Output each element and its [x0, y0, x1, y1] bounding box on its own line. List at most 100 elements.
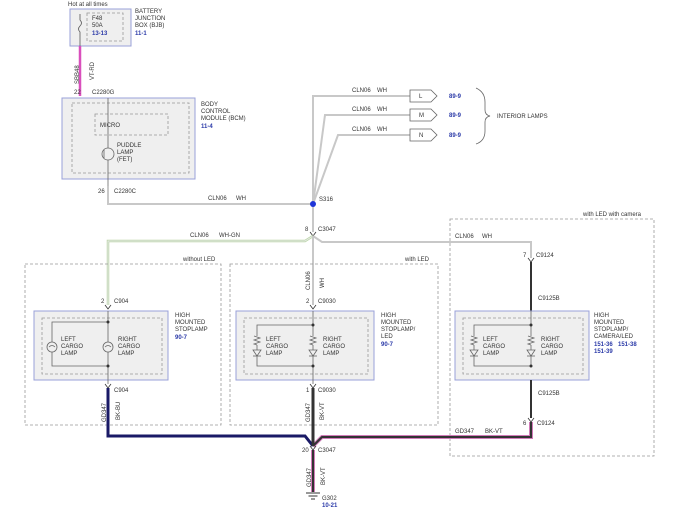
right-wire-circuit: CLN06: [455, 234, 474, 240]
bcm-wire-circuit: CLN06: [208, 196, 227, 202]
right-lamp-r-3: LAMP: [541, 351, 557, 357]
bcm-ref[interactable]: 11-4: [201, 124, 213, 130]
left-bottom-connector: C904: [114, 388, 129, 394]
connector-m-ref[interactable]: 89-9: [449, 113, 462, 119]
right-wire-color: WH: [482, 234, 492, 240]
hot-at-all-times-note: Hot at all times: [68, 2, 108, 8]
bjb-label-3: BOX (BJB): [135, 23, 164, 29]
right-lamp-r-1: RIGHT: [541, 337, 560, 343]
mid-wire-color: WH: [320, 278, 326, 288]
right-bottom-connector: C9124: [537, 421, 555, 427]
left-junction-bottom: [106, 364, 110, 368]
mid-junction-bottom: [311, 364, 315, 368]
left-lamp-r-3: LAMP: [118, 351, 134, 357]
c3047-bottom-arrow: [309, 445, 317, 451]
left-wire-color: WH-GN: [219, 233, 240, 239]
bcm-bottom-connector: C2280C: [114, 189, 137, 195]
interior-m-color: WH: [377, 107, 387, 113]
mid-gnd-circuit: GD347: [306, 402, 312, 422]
interior-n-circuit: CLN06: [352, 127, 371, 133]
mid-top-pin: 2: [306, 299, 310, 305]
left-top-pin: 2: [101, 299, 105, 305]
g302-ref[interactable]: 10-21: [322, 503, 338, 509]
bcm-box: [61, 97, 196, 180]
variant-left-label: without LED: [182, 257, 216, 263]
right-title-ref-3[interactable]: 151-39: [594, 349, 613, 355]
connector-n-shape: [409, 128, 438, 142]
mid-bottom-connector: C9030: [318, 388, 336, 394]
mid-lamp-r-3: LAMP: [323, 351, 339, 357]
mid-lamp-l-3: LAMP: [266, 351, 282, 357]
interior-l-circuit: CLN06: [352, 88, 371, 94]
left-wire-circuit: CLN06: [190, 233, 209, 239]
bcm-label-2: CONTROL: [201, 109, 231, 115]
c3047-bottom-connector: C3047: [318, 448, 336, 454]
connector-n: N: [419, 133, 423, 139]
left-title-2: MOUNTED: [175, 320, 206, 326]
variant-mid-label: with LED: [404, 257, 430, 263]
mid-gnd-color: BK-VT: [320, 402, 326, 420]
mid-title-1: HIGH: [381, 313, 396, 319]
left-module-box: [33, 310, 169, 381]
micro-label: MICRO: [100, 123, 120, 129]
connector-m: M: [419, 113, 424, 119]
mid-bottom-arrow: [309, 383, 317, 389]
c3047-bottom-pin: 20: [302, 448, 309, 454]
mid-lamp-r-2: CARGO: [323, 344, 345, 350]
mid-top-arrow: [309, 304, 317, 310]
bjb-label-1: BATTERY: [135, 9, 162, 15]
wiring-diagram: Hot at all times F48 50A 13-13 BATTERY J…: [24, 2, 655, 509]
left-title-1: HIGH: [175, 313, 190, 319]
bcm-label-1: BODY: [201, 102, 218, 108]
bcm-bottom-pin: 26: [98, 189, 105, 195]
mid-title-3: STOPLAMP/: [381, 327, 416, 333]
fuse-name: F48: [92, 16, 103, 22]
bcm-top-pin: 22: [74, 90, 81, 96]
mid-wire-circuit: CLN06: [306, 271, 312, 290]
c3047-top-connector: C3047: [318, 227, 336, 233]
mid-lamp-l-2: CARGO: [266, 344, 288, 350]
left-title-3: STOPLAMP: [175, 327, 208, 333]
mid-lamp-l-1: LEFT: [266, 337, 281, 343]
right-lamp-l-1: LEFT: [483, 337, 498, 343]
left-lamp-r-2: CARGO: [118, 344, 140, 350]
left-bottom-arrow: [104, 383, 112, 389]
fuse-ref[interactable]: 13-13: [92, 31, 108, 37]
right-junction-bottom: [529, 364, 533, 368]
mid-title-ref[interactable]: 90-7: [381, 342, 394, 348]
right-title-ref-2[interactable]: 151-38: [618, 342, 637, 348]
connector-n-ref[interactable]: 89-9: [449, 133, 462, 139]
left-gnd-color: BK-BU: [116, 402, 122, 420]
right-gnd-circuit: GD347: [455, 429, 475, 435]
mid-title-4: LED: [381, 334, 393, 340]
right-mid-top-connector: C9125B: [538, 296, 560, 302]
left-junction-top: [106, 320, 110, 324]
bcm-wire-color: WH: [236, 196, 246, 202]
c3047-top-arrow: [309, 231, 317, 237]
right-top-connector: C9124: [536, 253, 554, 259]
right-mid-bottom-connector: C9125B: [538, 391, 560, 397]
bjb-label-2: JUNCTION: [135, 16, 165, 22]
right-title-4: CAMERA/LED: [594, 334, 634, 340]
interior-m-circuit: CLN06: [352, 107, 371, 113]
interior-n-color: WH: [377, 127, 387, 133]
bjb-ref[interactable]: 11-1: [135, 31, 147, 37]
connector-l-ref[interactable]: 89-9: [449, 94, 462, 100]
right-lamp-l-2: CARGO: [483, 344, 505, 350]
right-top-pin: 7: [523, 253, 527, 259]
puddle-label-3: (FET): [117, 157, 132, 163]
right-title-ref-1[interactable]: 151-36: [594, 342, 613, 348]
feed-wire-circuit: SBB48: [75, 65, 81, 84]
branch-right-wire: [312, 235, 532, 258]
ground-icon: [306, 492, 320, 500]
interior-brace: [475, 87, 491, 145]
mid-top-connector: C9030: [318, 299, 336, 305]
fuse-rating: 50A: [92, 23, 103, 29]
left-title-ref[interactable]: 90-7: [175, 335, 188, 341]
interior-lamps-label: INTERIOR LAMPS: [497, 114, 548, 120]
left-lamp-l-3: LAMP: [61, 351, 77, 357]
left-lamp-l-1: LEFT: [61, 337, 76, 343]
right-title-2: MOUNTED: [594, 320, 625, 326]
left-top-arrow: [104, 304, 112, 310]
puddle-label-2: LAMP: [117, 150, 133, 156]
